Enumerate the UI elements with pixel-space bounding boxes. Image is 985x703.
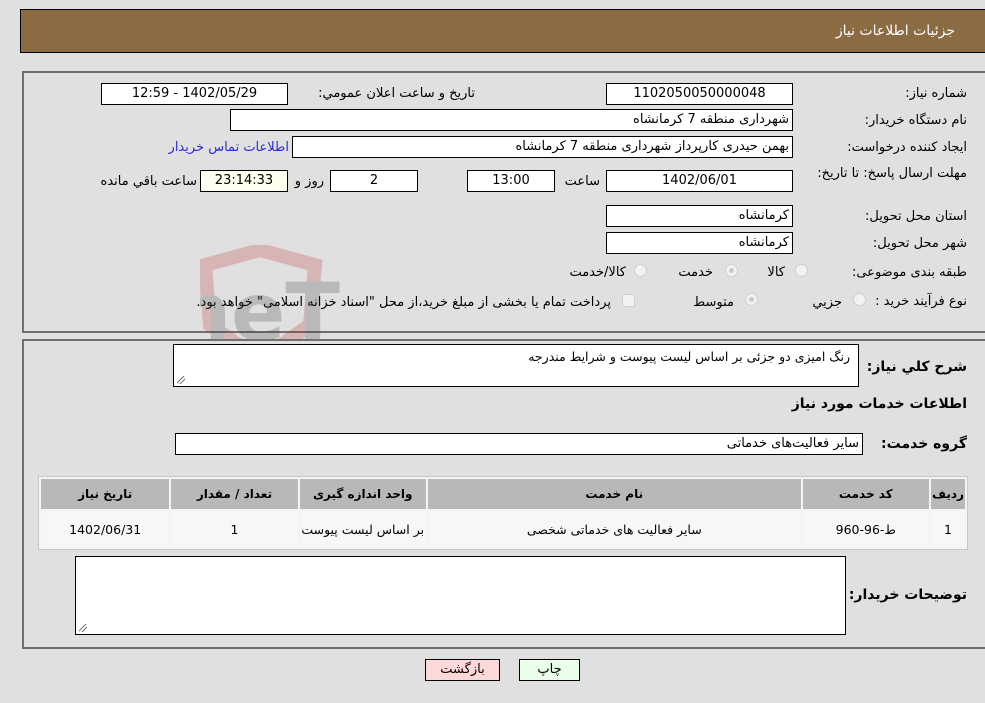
cell-quantity: 1 <box>171 511 298 547</box>
process-radio-medium[interactable] <box>745 293 758 306</box>
print-button[interactable]: چاپ <box>519 659 580 681</box>
announce-label: تاریخ و ساعت اعلان عمومي: <box>318 86 475 101</box>
days-field[interactable]: 2 <box>330 170 418 192</box>
page-header: جزئیات اطلاعات نیاز <box>20 9 985 53</box>
process-radio-minor[interactable] <box>853 293 866 306</box>
days-label: روز و <box>294 174 324 189</box>
province-label: استان محل تحویل: <box>865 209 967 224</box>
city-label: شهر محل تحویل: <box>872 236 967 251</box>
buyer-notes-label: توضیحات خریدار: <box>848 587 967 603</box>
category-option-goods: کالا <box>767 265 785 280</box>
process-label: نوع فرآیند خرید : <box>875 294 967 309</box>
cell-row-number: 1 <box>930 511 965 547</box>
treasury-note: پرداخت تمام یا بخشی از مبلغ خرید،از محل … <box>196 295 611 310</box>
description-text: رنگ امیزی دو جزئی بر اساس لیست پیوست و ش… <box>528 349 850 364</box>
cell-service-code: ط-96-960 <box>802 511 929 547</box>
cell-service-name: سایر فعالیت های خدماتی شخصی <box>427 511 801 547</box>
process-option-medium: متوسط <box>693 295 734 310</box>
service-group-label: گروه خدمت: <box>881 436 967 452</box>
remaining-time-field[interactable]: 23:14:33 <box>200 170 288 192</box>
col-quantity: تعداد / مقدار <box>171 479 298 509</box>
announce-field[interactable]: 1402/05/29 - 12:59 <box>101 83 288 105</box>
buyer-notes-textarea[interactable] <box>75 556 846 635</box>
category-option-goods-service: کالا/خدمت <box>569 265 626 280</box>
resize-grip-icon[interactable] <box>79 624 87 632</box>
category-radio-goods[interactable] <box>795 264 808 277</box>
resize-grip-icon[interactable] <box>177 376 185 384</box>
treasury-checkbox[interactable] <box>622 294 635 307</box>
col-unit: واحد اندازه گیری <box>299 479 426 509</box>
description-textarea[interactable]: رنگ امیزی دو جزئی بر اساس لیست پیوست و ش… <box>173 344 859 387</box>
deadline-time-field[interactable]: 13:00 <box>467 170 555 192</box>
back-button[interactable]: بازگشت <box>425 659 500 681</box>
deadline-date-field[interactable]: 1402/06/01 <box>606 170 793 192</box>
services-heading: اطلاعات خدمات مورد نیاز <box>791 396 967 412</box>
process-option-minor: جزيي <box>812 295 842 310</box>
col-service-name: نام خدمت <box>427 479 801 509</box>
remaining-label: ساعت باقي مانده <box>100 174 197 189</box>
category-option-service: خدمت <box>678 265 713 280</box>
deadline-label: مهلت ارسال پاسخ: تا تاریخ: <box>817 166 967 181</box>
province-field[interactable]: کرمانشاه <box>606 205 793 227</box>
creator-field[interactable]: بهمن حیدری کارپرداز شهرداری منطقه 7 کرما… <box>292 136 793 158</box>
description-label: شرح کلي نیاز: <box>866 359 967 375</box>
deadline-time-label: ساعت <box>564 174 600 189</box>
table-header-row: ردیف کد خدمت نام خدمت واحد اندازه گیری ت… <box>41 479 965 509</box>
creator-label: ایجاد کننده درخواست: <box>847 140 967 155</box>
city-field[interactable]: کرمانشاه <box>606 232 793 254</box>
col-service-code: کد خدمت <box>802 479 929 509</box>
buyer-org-label: نام دستگاه خریدار: <box>864 113 967 128</box>
category-radio-service[interactable] <box>725 264 738 277</box>
category-radio-goods-service[interactable] <box>634 264 647 277</box>
table-row: 1 ط-96-960 سایر فعالیت های خدماتی شخصی ب… <box>41 511 965 547</box>
buyer-org-field[interactable]: شهرداری منطقه 7 کرمانشاه <box>230 109 793 131</box>
need-number-field[interactable]: 1102050050000048 <box>606 83 793 105</box>
page-title: جزئیات اطلاعات نیاز <box>835 23 955 39</box>
buyer-contact-link[interactable]: اطلاعات تماس خریدار <box>169 140 289 155</box>
category-label: طبقه بندی موضوعی: <box>851 265 967 280</box>
col-row-number: ردیف <box>930 479 965 509</box>
cell-unit: بر اساس لیست پیوست <box>299 511 426 547</box>
service-group-field[interactable]: سایر فعالیت‌های خدماتی <box>175 433 863 455</box>
col-need-date: تاریخ نیاز <box>41 479 170 509</box>
need-number-label: شماره نیاز: <box>905 86 967 101</box>
services-table: ردیف کد خدمت نام خدمت واحد اندازه گیری ت… <box>38 476 968 550</box>
cell-need-date: 1402/06/31 <box>41 511 170 547</box>
